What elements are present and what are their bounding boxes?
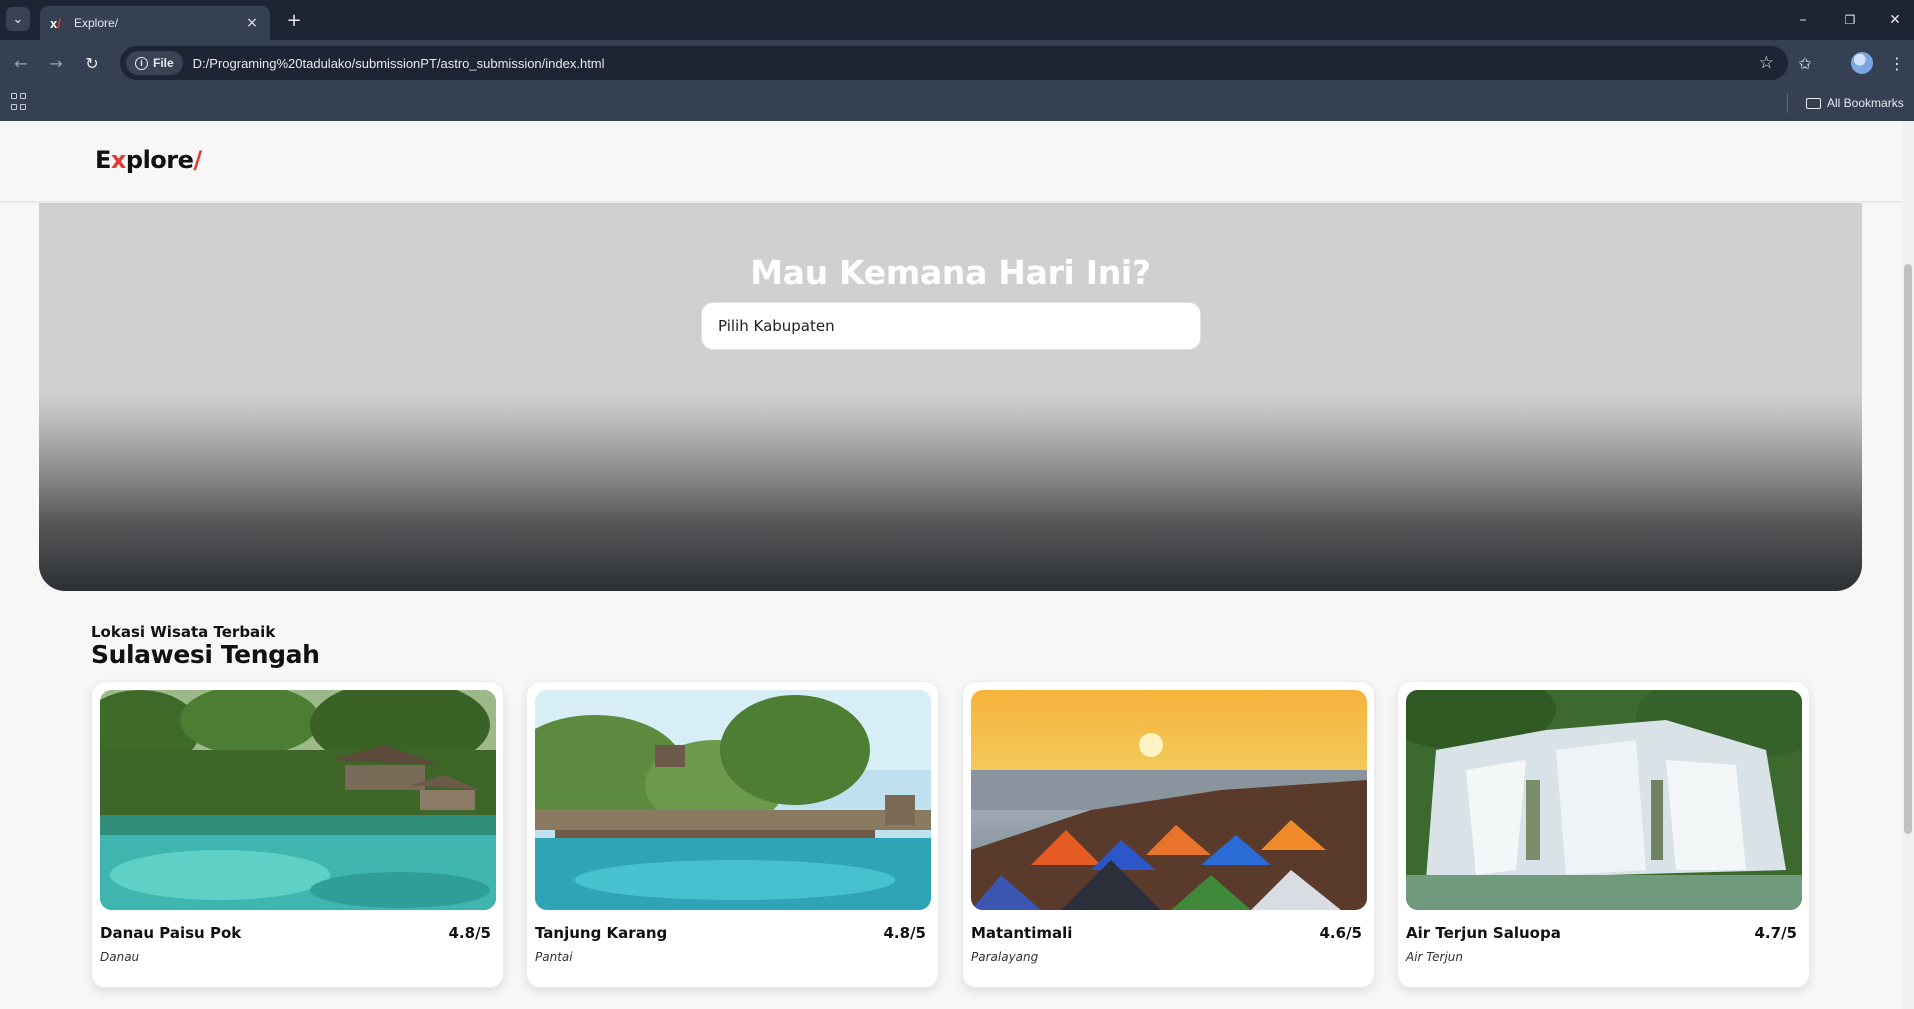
bookmark-star-icon[interactable]: ☆ bbox=[1759, 53, 1774, 73]
destination-rating: 4.8/5 bbox=[883, 924, 927, 942]
bookmarks-bar: All Bookmarks bbox=[0, 85, 1914, 121]
all-bookmarks-label: All Bookmarks bbox=[1827, 96, 1904, 110]
destination-card[interactable]: Air Terjun Saluopa 4.7/5 Air Terjun bbox=[1397, 681, 1810, 988]
destination-category: Pantai bbox=[535, 950, 573, 964]
info-icon: i bbox=[135, 56, 148, 70]
bookmarks-divider bbox=[1787, 93, 1788, 113]
url-text[interactable]: D:/Programing%20tadulako/submissionPT/as… bbox=[193, 56, 1759, 71]
destination-cards: Danau Paisu Pok 4.8/5 Danau Tanjung Kara… bbox=[91, 681, 1811, 991]
logo-slash: / bbox=[193, 146, 202, 174]
apps-grid-icon[interactable] bbox=[11, 93, 29, 111]
site-logo[interactable]: Explore/ bbox=[95, 146, 202, 174]
section-subtitle: Lokasi Wisata Terbaik bbox=[91, 623, 276, 641]
chevron-down-icon: ⌄ bbox=[12, 11, 24, 27]
tab-title: Explore/ bbox=[74, 16, 119, 30]
destination-rating: 4.8/5 bbox=[448, 924, 492, 942]
folder-icon bbox=[1806, 97, 1821, 109]
lake-photo bbox=[100, 690, 496, 910]
sunset-camp-photo bbox=[971, 690, 1367, 910]
minimize-button[interactable]: – bbox=[1788, 6, 1818, 34]
destination-category: Danau bbox=[100, 950, 140, 964]
logo-x: x bbox=[110, 146, 126, 174]
destination-name: Tanjung Karang bbox=[535, 924, 668, 942]
tab-list-button[interactable]: ⌄ bbox=[6, 7, 30, 31]
back-button[interactable]: ← bbox=[8, 50, 34, 76]
waterfall-photo bbox=[1406, 690, 1802, 910]
site-header: Explore/ bbox=[0, 121, 1902, 202]
logo-rest: plore bbox=[125, 146, 194, 174]
section-title: Sulawesi Tengah bbox=[91, 640, 320, 669]
close-icon[interactable]: × bbox=[244, 15, 260, 31]
browser-tab-explore[interactable]: x / Explore/ × bbox=[40, 6, 270, 40]
destination-name: Danau Paisu Pok bbox=[100, 924, 242, 942]
destination-category: Air Terjun bbox=[1406, 950, 1463, 964]
reload-button[interactable]: ↻ bbox=[79, 50, 105, 76]
destination-rating: 4.7/5 bbox=[1754, 924, 1798, 942]
browser-toolbar: ← → ↻ i File D:/Programing%20tadulako/su… bbox=[0, 40, 1914, 85]
new-tab-button[interactable]: + bbox=[282, 8, 306, 32]
destination-card[interactable]: Danau Paisu Pok 4.8/5 Danau bbox=[91, 681, 504, 988]
favicon-icon: x / bbox=[50, 15, 61, 31]
destination-card[interactable]: Matantimali 4.6/5 Paralayang bbox=[962, 681, 1375, 988]
browser-tabbar: ⌄ x / Explore/ × + – ❐ ✕ bbox=[0, 0, 1914, 40]
page-viewport: Mau Kemana Hari Ini? Pilih Kabupaten Exp… bbox=[0, 121, 1914, 1009]
restore-button[interactable]: ❐ bbox=[1835, 6, 1865, 34]
page-scrollbar[interactable] bbox=[1902, 121, 1914, 1009]
destination-name: Matantimali bbox=[971, 924, 1073, 942]
destination-category: Paralayang bbox=[971, 950, 1039, 964]
logo-e: E bbox=[95, 146, 111, 174]
site-info-chip[interactable]: i File bbox=[126, 51, 183, 75]
scrollbar-thumb[interactable] bbox=[1904, 264, 1912, 834]
forward-button[interactable]: → bbox=[43, 50, 69, 76]
destination-rating: 4.6/5 bbox=[1319, 924, 1363, 942]
profile-avatar[interactable] bbox=[1851, 52, 1873, 74]
all-bookmarks-button[interactable]: All Bookmarks bbox=[1806, 93, 1904, 113]
destination-card[interactable]: Tanjung Karang 4.8/5 Pantai bbox=[526, 681, 939, 988]
beach-photo bbox=[535, 690, 931, 910]
hero-title: Mau Kemana Hari Ini? bbox=[750, 253, 1151, 292]
bookmarks-manager-icon[interactable]: ✩ bbox=[1792, 50, 1818, 76]
address-bar[interactable]: i File D:/Programing%20tadulako/submissi… bbox=[120, 46, 1788, 80]
window-close-button[interactable]: ✕ bbox=[1880, 6, 1910, 34]
more-menu-icon[interactable]: ⋮ bbox=[1884, 50, 1910, 76]
site-chip-label: File bbox=[153, 56, 174, 70]
destination-name: Air Terjun Saluopa bbox=[1406, 924, 1561, 942]
kabupaten-select-value: Pilih Kabupaten bbox=[718, 317, 835, 335]
hero-banner: Mau Kemana Hari Ini? Pilih Kabupaten bbox=[39, 203, 1862, 591]
kabupaten-select[interactable]: Pilih Kabupaten bbox=[701, 302, 1201, 350]
